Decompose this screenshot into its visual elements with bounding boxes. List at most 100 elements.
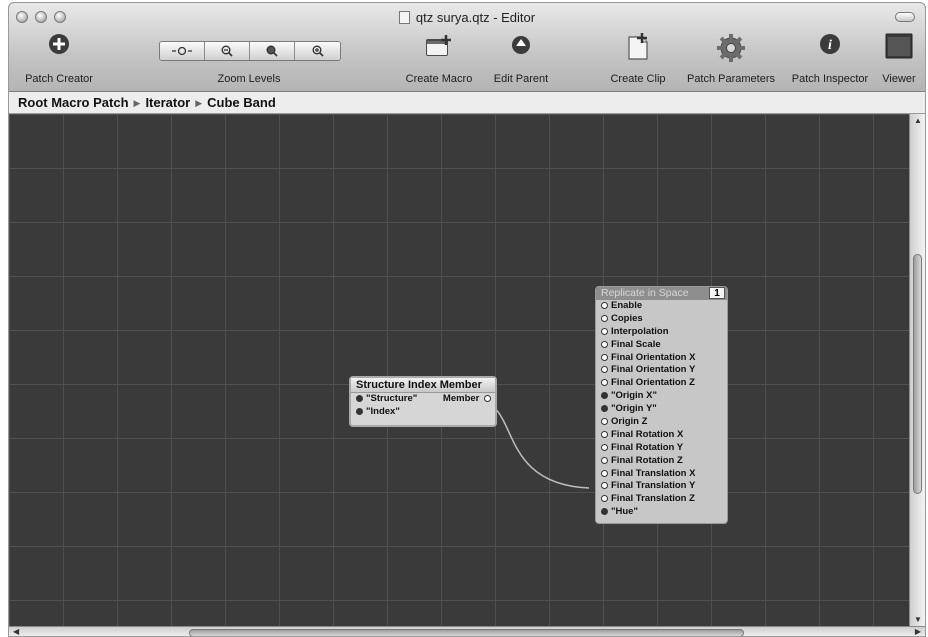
vertical-scrollbar[interactable]: ▲ ▼: [909, 114, 925, 626]
create-macro-button[interactable]: Create Macro: [404, 33, 474, 85]
patch-input-row[interactable]: Final Translation X: [596, 468, 727, 481]
window-title: qtz surya.qtz - Editor: [9, 10, 925, 25]
breadcrumb-arrow-icon: ▶: [195, 98, 203, 108]
zoom-in-icon: [312, 45, 324, 57]
input-port-icon[interactable]: [601, 469, 608, 477]
patch-input-label: Interpolation: [611, 325, 669, 337]
patch-input-row[interactable]: Interpolation: [596, 326, 727, 339]
zoom-actual-icon: [266, 45, 278, 57]
patch-input-row[interactable]: Final Orientation X: [596, 352, 727, 365]
breadcrumb-item[interactable]: Cube Band: [207, 95, 276, 110]
patch-creator-button[interactable]: Patch Creator: [19, 33, 99, 85]
patch-input-label: Final Translation X: [611, 467, 696, 479]
zoom-out-button[interactable]: [205, 42, 250, 60]
patch-input-row[interactable]: Final Translation Y: [596, 480, 727, 493]
zoom-in-button[interactable]: [295, 42, 340, 60]
structure-index-member-patch[interactable]: Structure Index Member "Structure" Membe…: [349, 376, 497, 427]
input-port-icon[interactable]: [601, 456, 608, 464]
input-port-icon[interactable]: [601, 366, 608, 374]
patch-output-member[interactable]: Member: [443, 393, 491, 406]
patch-input-row[interactable]: "Origin Y": [596, 403, 727, 416]
edit-parent-icon: [512, 36, 530, 54]
patch-inspector-label: Patch Inspector: [791, 73, 869, 85]
patch-input-label: "Origin X": [611, 390, 657, 402]
input-port-icon[interactable]: [601, 314, 608, 322]
connection-layer: [480, 402, 590, 489]
patch-input-row[interactable]: Origin Z: [596, 416, 727, 429]
horizontal-scrollbar[interactable]: ◀ ▶: [9, 626, 925, 636]
edit-parent-label: Edit Parent: [493, 73, 549, 85]
patch-input-label: Final Orientation Z: [611, 377, 695, 389]
input-port-icon[interactable]: [601, 482, 608, 490]
breadcrumb-item[interactable]: Root Macro Patch: [18, 95, 129, 110]
patch-input-row[interactable]: Final Orientation Z: [596, 377, 727, 390]
output-port-icon[interactable]: [484, 395, 491, 402]
patch-input-row[interactable]: "Origin X": [596, 390, 727, 403]
patch-input-label: Final Orientation X: [611, 351, 696, 363]
input-port-icon[interactable]: [601, 340, 608, 348]
patch-input-row[interactable]: Final Rotation Z: [596, 455, 727, 468]
breadcrumb-arrow-icon: ▶: [133, 98, 141, 108]
zoom-fit-button[interactable]: [160, 42, 205, 60]
patch-title: Structure Index Member: [351, 378, 495, 393]
patch-input-row[interactable]: "Hue": [596, 506, 727, 519]
patch-inspector-button[interactable]: i Patch Inspector: [792, 33, 868, 85]
create-macro-label: Create Macro: [405, 73, 473, 85]
patch-input-index[interactable]: "Index": [351, 406, 495, 419]
patch-input-row[interactable]: Final Scale: [596, 339, 727, 352]
editor-window: qtz surya.qtz - Editor Patch Creator Zoo…: [8, 2, 926, 637]
gear-icon: [717, 34, 745, 62]
patch-connection[interactable]: [480, 402, 590, 489]
info-icon: i: [820, 34, 840, 54]
viewer-button[interactable]: Viewer: [879, 33, 919, 85]
patch-title: Replicate in Space 1: [596, 287, 727, 300]
zoom-out-icon: [221, 45, 233, 57]
patch-inputs: Enable Copies Interpolation Final Scale Fina…: [596, 300, 727, 519]
edit-parent-button[interactable]: Edit Parent: [486, 33, 556, 85]
patch-parameters-button[interactable]: Patch Parameters: [687, 33, 775, 85]
patch-input-label: Origin Z: [611, 416, 648, 428]
patch-input-row[interactable]: Final Orientation Y: [596, 364, 727, 377]
patch-input-row[interactable]: Copies: [596, 313, 727, 326]
input-port-icon[interactable]: [601, 495, 608, 503]
input-port-icon[interactable]: [601, 379, 608, 387]
patch-input-row[interactable]: Final Translation Z: [596, 493, 727, 506]
patch-input-label: Final Translation Z: [611, 493, 695, 505]
input-port-icon[interactable]: [356, 395, 363, 402]
patch-parameters-label: Patch Parameters: [686, 73, 776, 85]
toolbar-toggle-button[interactable]: [895, 12, 915, 22]
patch-input-row[interactable]: Final Rotation Y: [596, 442, 727, 455]
patch-input-row[interactable]: Final Rotation X: [596, 429, 727, 442]
input-port-icon[interactable]: [356, 407, 363, 415]
input-port-icon[interactable]: [601, 405, 608, 413]
input-port-icon[interactable]: [601, 508, 608, 516]
scroll-down-arrow-icon[interactable]: ▼: [914, 615, 922, 624]
input-port-icon[interactable]: [601, 353, 608, 361]
svg-text:i: i: [828, 38, 832, 53]
patch-input-structure[interactable]: "Structure" Member: [351, 393, 495, 406]
zoom-actual-button[interactable]: [250, 42, 295, 60]
patch-input-label: Copies: [611, 312, 643, 324]
patch-input-label: Final Scale: [611, 338, 661, 350]
vertical-scroll-thumb[interactable]: [913, 254, 922, 494]
input-port-icon[interactable]: [601, 430, 608, 438]
create-clip-button[interactable]: Create Clip: [603, 33, 673, 85]
patch-input-row[interactable]: Enable: [596, 300, 727, 313]
scroll-left-arrow-icon[interactable]: ◀: [13, 627, 19, 636]
scroll-up-arrow-icon[interactable]: ▲: [914, 116, 922, 125]
breadcrumb: Root Macro Patch ▶ Iterator ▶ Cube Band: [9, 92, 925, 114]
scroll-right-arrow-icon[interactable]: ▶: [915, 627, 921, 636]
breadcrumb-item[interactable]: Iterator: [145, 95, 190, 110]
input-port-icon[interactable]: [601, 392, 608, 400]
horizontal-scroll-thumb[interactable]: [189, 629, 744, 636]
patch-badge: 1: [709, 287, 725, 299]
viewer-label: Viewer: [882, 73, 916, 85]
input-port-icon[interactable]: [601, 327, 608, 335]
replicate-in-space-patch[interactable]: Replicate in Space 1 Enable Copies Interpo…: [595, 286, 728, 524]
plus-circle-icon: [49, 34, 69, 54]
patch-editor-canvas[interactable]: [9, 114, 911, 626]
input-port-icon[interactable]: [601, 443, 608, 451]
input-port-icon[interactable]: [601, 418, 608, 426]
patch-input-label: Final Orientation Y: [611, 364, 696, 376]
input-port-icon[interactable]: [601, 302, 608, 309]
